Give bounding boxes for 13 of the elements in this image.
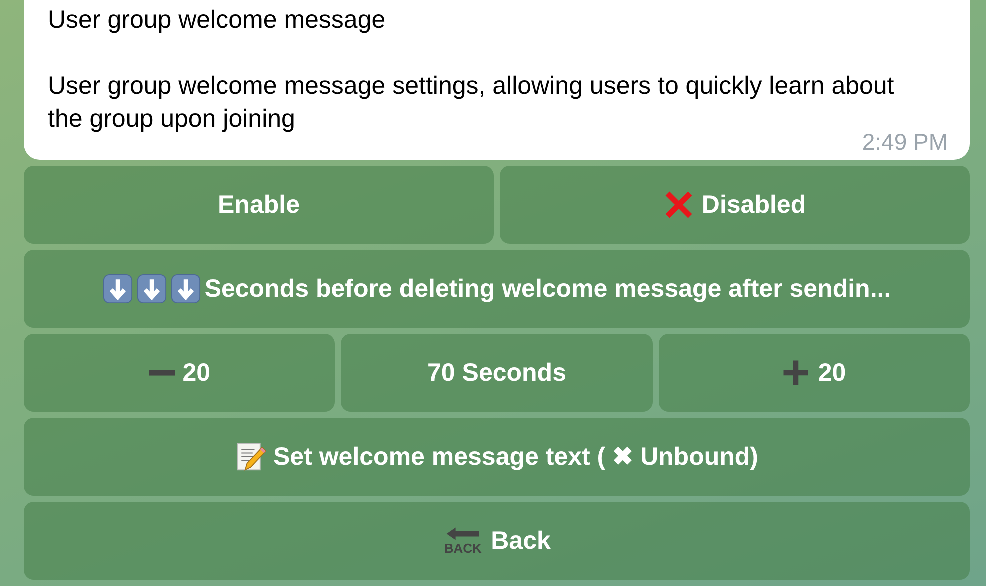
keyboard-button[interactable]: BACK Back: [24, 502, 970, 580]
keyboard-button[interactable]: 70 Seconds: [341, 334, 653, 412]
plus-icon: [782, 359, 810, 387]
keyboard-button[interactable]: Enable: [24, 166, 494, 244]
keyboard-button[interactable]: 20: [24, 334, 336, 412]
message-title: User group welcome message: [48, 5, 387, 36]
keyboard-button[interactable]: Set welcome message text ( ✖ Unbound): [24, 418, 970, 496]
minus-icon: [148, 370, 175, 376]
keyboard-button[interactable]: Disabled: [500, 166, 970, 244]
cross-icon: [664, 190, 694, 220]
keyboard-button[interactable]: 20: [658, 334, 970, 412]
memo-pencil-icon: [236, 442, 266, 472]
keyboard-button[interactable]: Seconds before deleting welcome message after sendin...: [24, 250, 970, 328]
